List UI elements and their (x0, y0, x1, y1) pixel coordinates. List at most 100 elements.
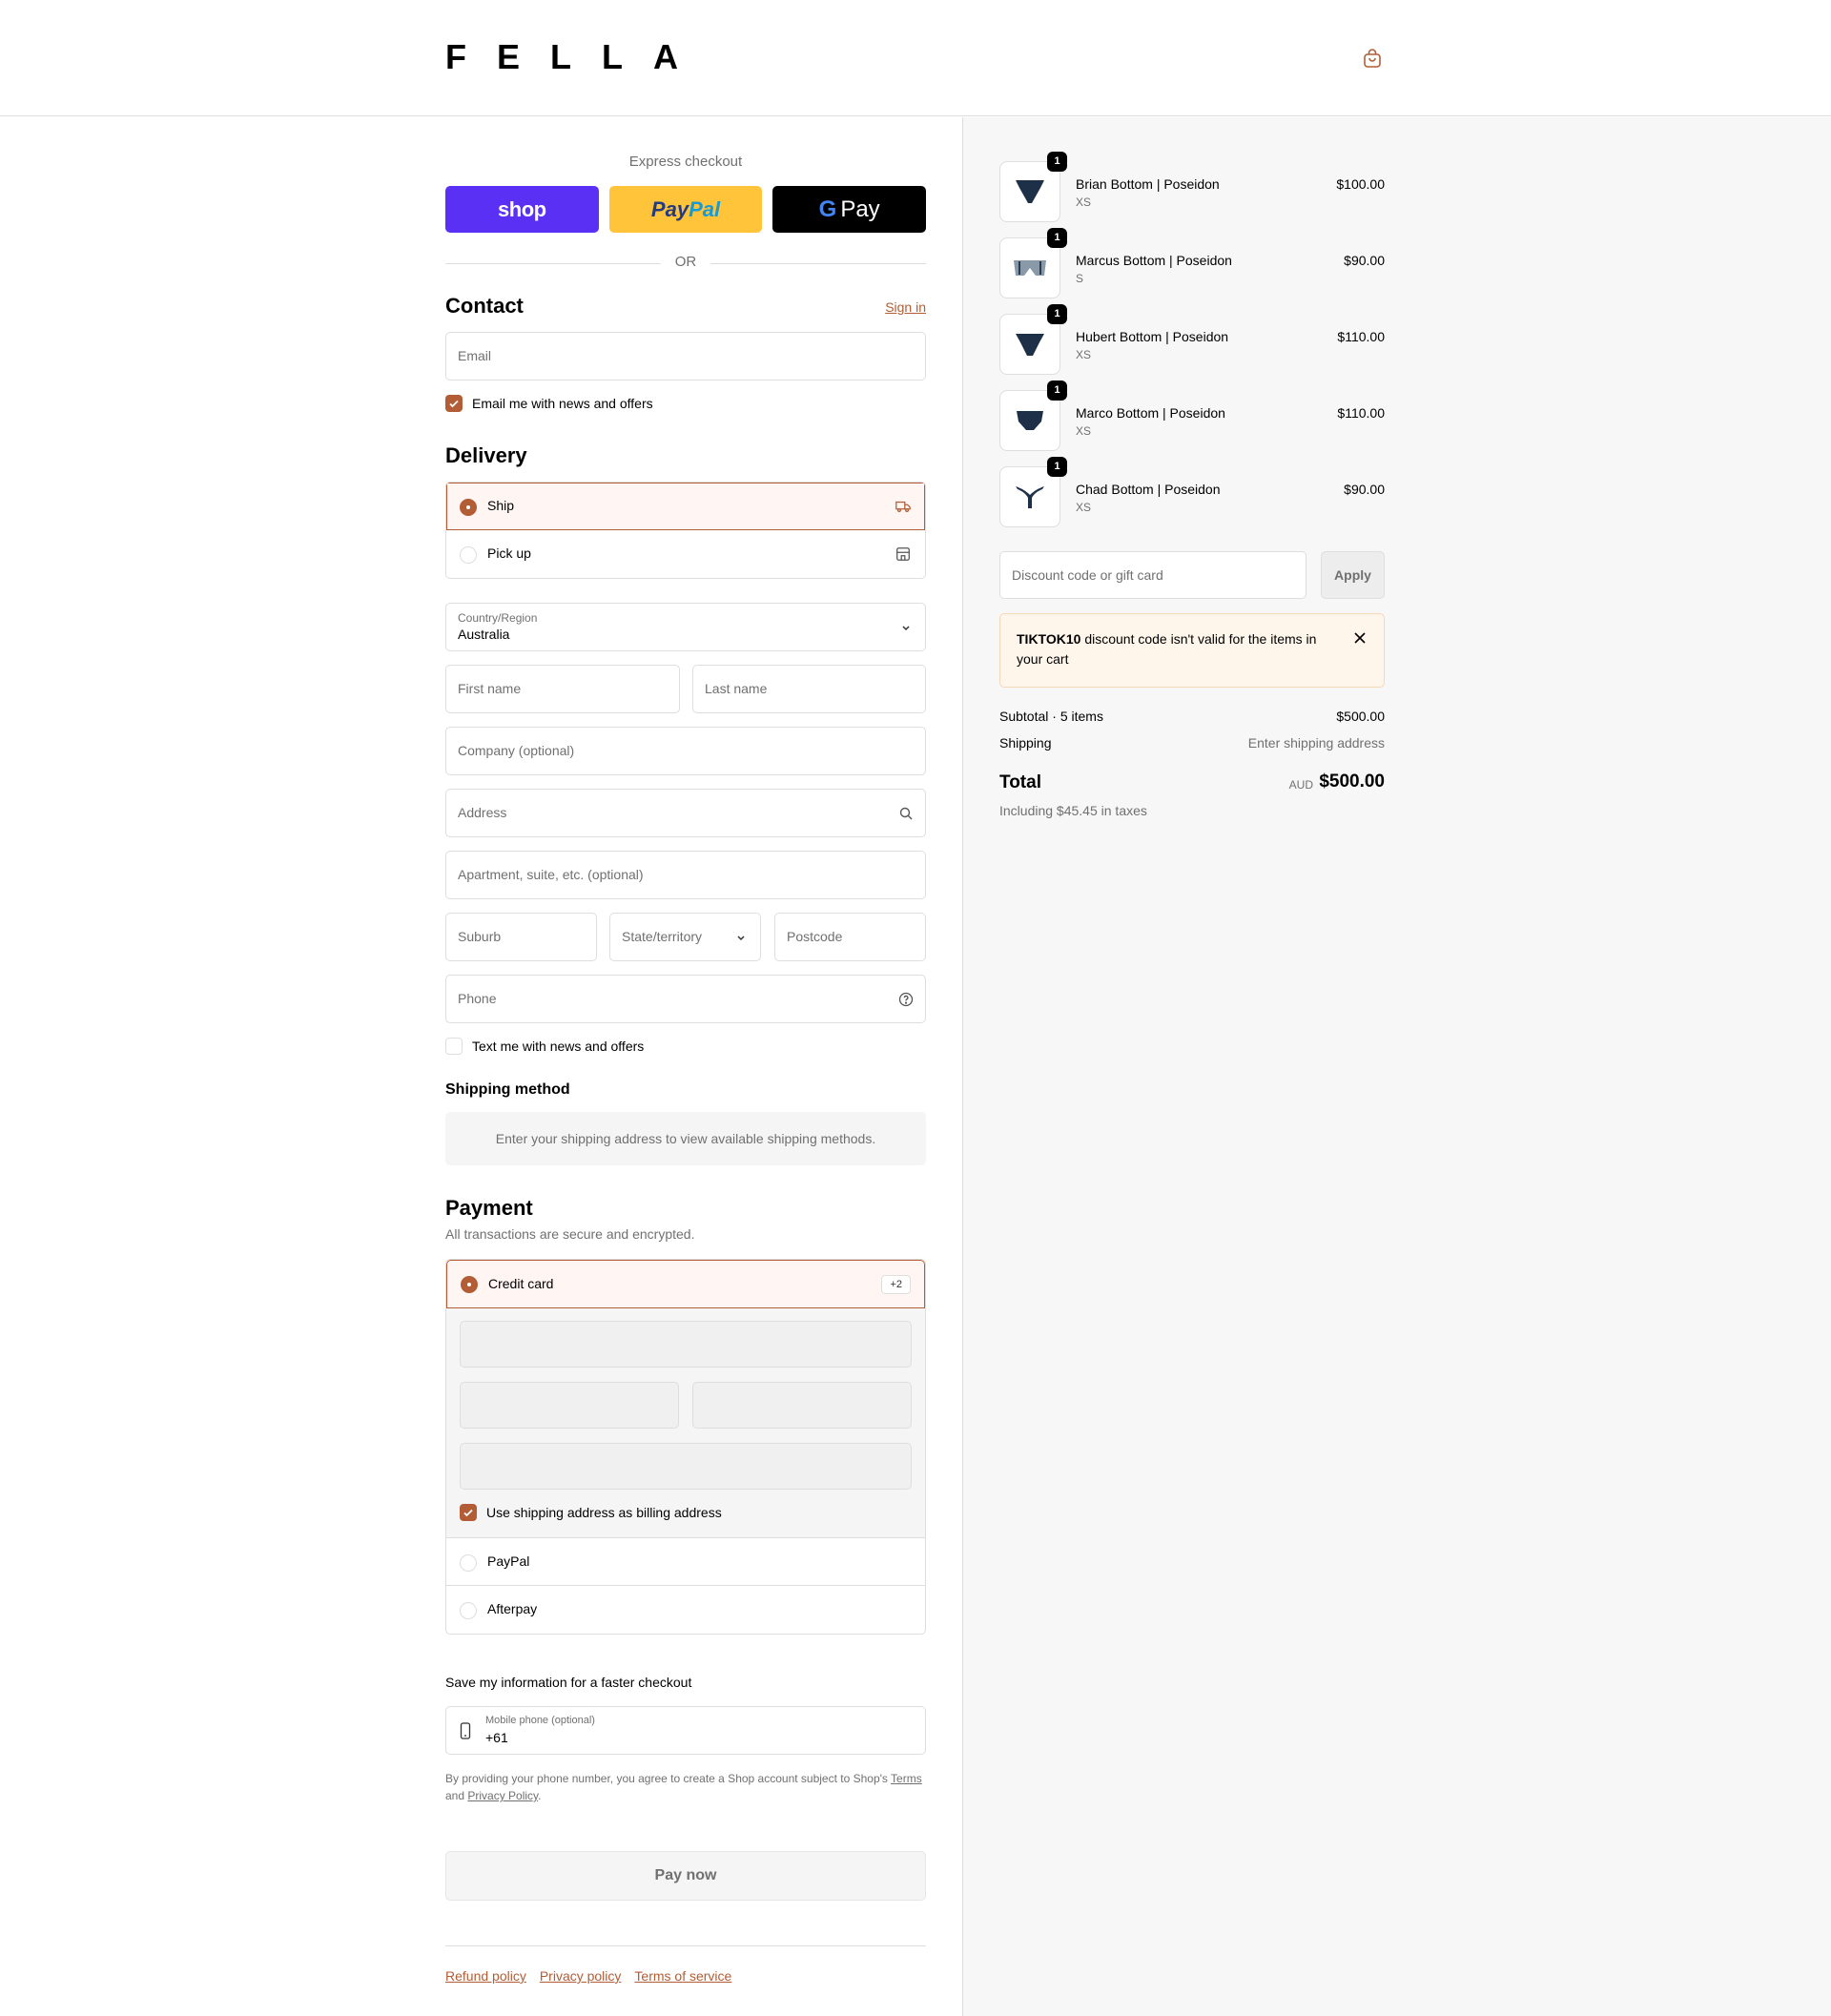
paypal-option-label: PayPal (487, 1553, 530, 1569)
payment-methods: Credit card +2 Use shipping address as b… (445, 1259, 926, 1635)
terms-link[interactable]: Terms (891, 1772, 922, 1785)
footer-links: Refund policy Privacy policy Terms of se… (445, 1968, 731, 1984)
product-name: Marcus Bottom | Poseidon (1076, 253, 1232, 268)
postcode-placeholder: Postcode (787, 929, 843, 944)
phone-field[interactable]: Phone (445, 975, 926, 1023)
taxes-note: Including $45.45 in taxes (999, 803, 1147, 818)
cart-item: 1 Hubert Bottom | Poseidon XS $110.00 (999, 304, 1385, 375)
postcode-field[interactable]: Postcode (774, 913, 926, 961)
address-field[interactable]: Address (445, 789, 926, 837)
total-label: Total (999, 772, 1041, 792)
search-icon (899, 807, 913, 820)
more-cards-badge: +2 (881, 1275, 911, 1294)
company-field[interactable]: Company (optional) (445, 727, 926, 775)
sign-in-link[interactable]: Sign in (885, 299, 926, 315)
text-news-checkbox[interactable] (445, 1038, 463, 1055)
shipping-value: Enter shipping address (1247, 735, 1385, 751)
ship-label: Ship (487, 498, 515, 513)
pickup-radio[interactable] (460, 546, 477, 564)
first-name-field[interactable]: First name (445, 665, 680, 713)
suburb-field[interactable]: Suburb (445, 913, 597, 961)
email-news-checkbox[interactable] (445, 395, 463, 412)
discount-code: TIKTOK10 (1017, 631, 1081, 647)
last-name-placeholder: Last name (705, 681, 768, 696)
ship-radio[interactable] (460, 499, 477, 516)
text-news-label: Text me with news and offers (472, 1039, 645, 1054)
close-icon[interactable] (1353, 631, 1367, 645)
card-expiry-field[interactable] (460, 1382, 679, 1429)
product-name: Hubert Bottom | Poseidon (1076, 329, 1229, 344)
email-news-option[interactable]: Email me with news and offers (445, 395, 653, 412)
apply-discount-button[interactable]: Apply (1321, 551, 1385, 599)
product-price: $100.00 (1336, 176, 1385, 192)
apartment-placeholder: Apartment, suite, etc. (optional) (458, 867, 644, 882)
product-name: Brian Bottom | Poseidon (1076, 176, 1220, 192)
product-size: XS (1076, 501, 1092, 514)
shopping-bag-icon[interactable] (1361, 47, 1384, 70)
shop-pay-label: shop (498, 196, 546, 221)
check-icon (463, 1509, 473, 1517)
terms-prefix: By providing your phone number, you agre… (445, 1772, 888, 1785)
discount-error-message: TIKTOK10 discount code isn't valid for t… (1017, 629, 1322, 669)
pay-now-button[interactable]: Pay now (445, 1851, 926, 1901)
email-field[interactable]: Email (445, 332, 926, 381)
card-security-code-field[interactable] (692, 1382, 912, 1429)
delivery-title: Delivery (445, 443, 527, 467)
header: FELLA (0, 0, 1831, 116)
credit-card-option[interactable]: Credit card +2 (446, 1260, 925, 1308)
terms-of-service-link[interactable]: Terms of service (634, 1968, 731, 1984)
paypal-option[interactable]: PayPal (446, 1538, 925, 1586)
suburb-placeholder: Suburb (458, 929, 502, 944)
billing-address-checkbox[interactable] (460, 1504, 477, 1521)
state-select[interactable]: State/territory (609, 913, 761, 961)
quantity-badge: 1 (1047, 304, 1067, 324)
ship-option[interactable]: Ship (446, 483, 925, 530)
state-placeholder: State/territory (622, 929, 703, 944)
shop-terms-text: By providing your phone number, you agre… (445, 1770, 926, 1804)
pickup-label: Pick up (487, 545, 531, 561)
credit-card-radio[interactable] (461, 1276, 478, 1293)
store-logo[interactable]: FELLA (445, 40, 709, 74)
afterpay-radio[interactable] (460, 1602, 477, 1619)
text-news-option[interactable]: Text me with news and offers (445, 1038, 644, 1055)
card-number-field[interactable] (460, 1321, 912, 1368)
cart-item: 1 Marco Bottom | Poseidon XS $110.00 (999, 381, 1385, 451)
paypal-button[interactable]: Pay Pal (608, 186, 763, 233)
refund-policy-link[interactable]: Refund policy (445, 1968, 526, 1984)
footer-divider (445, 1945, 926, 1946)
country-label: Country/Region (458, 611, 538, 625)
discount-placeholder: Discount code or gift card (1012, 567, 1163, 583)
chevron-down-icon (902, 626, 910, 631)
privacy-policy-link[interactable]: Privacy Policy (467, 1789, 538, 1802)
email-news-label: Email me with news and offers (472, 396, 653, 411)
total-currency: AUD (1288, 778, 1313, 792)
shop-pay-button[interactable]: shop (445, 186, 599, 233)
billing-address-option[interactable]: Use shipping address as billing address (460, 1504, 722, 1521)
swim-trunk-icon (1014, 260, 1046, 276)
express-checkout-title: Express checkout (628, 154, 743, 170)
truck-icon (895, 501, 911, 513)
discount-code-field[interactable]: Discount code or gift card (999, 551, 1306, 599)
paypal-radio[interactable] (460, 1554, 477, 1572)
card-name-field[interactable] (460, 1443, 912, 1490)
google-pay-button[interactable]: G Pay (772, 186, 927, 233)
product-price: $90.00 (1344, 482, 1385, 497)
mobile-phone-value: +61 (485, 1730, 508, 1745)
last-name-field[interactable]: Last name (692, 665, 926, 713)
privacy-policy-footer-link[interactable]: Privacy policy (540, 1968, 622, 1984)
credit-card-label: Credit card (488, 1276, 554, 1291)
product-price: $110.00 (1337, 405, 1385, 421)
help-circle-icon[interactable] (898, 992, 914, 1007)
product-price: $90.00 (1344, 253, 1385, 268)
afterpay-option[interactable]: Afterpay (446, 1586, 925, 1634)
cart-item: 1 Chad Bottom | Poseidon XS $90.00 (999, 457, 1385, 527)
afterpay-option-label: Afterpay (487, 1601, 538, 1616)
first-name-placeholder: First name (458, 681, 522, 696)
country-select[interactable]: Country/Region Australia (445, 603, 926, 651)
mobile-phone-field[interactable]: Mobile phone (optional) +61 (445, 1706, 926, 1755)
product-size: XS (1076, 195, 1092, 209)
google-g-icon: G (818, 195, 837, 222)
apartment-field[interactable]: Apartment, suite, etc. (optional) (445, 851, 926, 899)
shipping-method-note: Enter your shipping address to view avai… (445, 1112, 926, 1165)
pickup-option[interactable]: Pick up (446, 530, 925, 578)
